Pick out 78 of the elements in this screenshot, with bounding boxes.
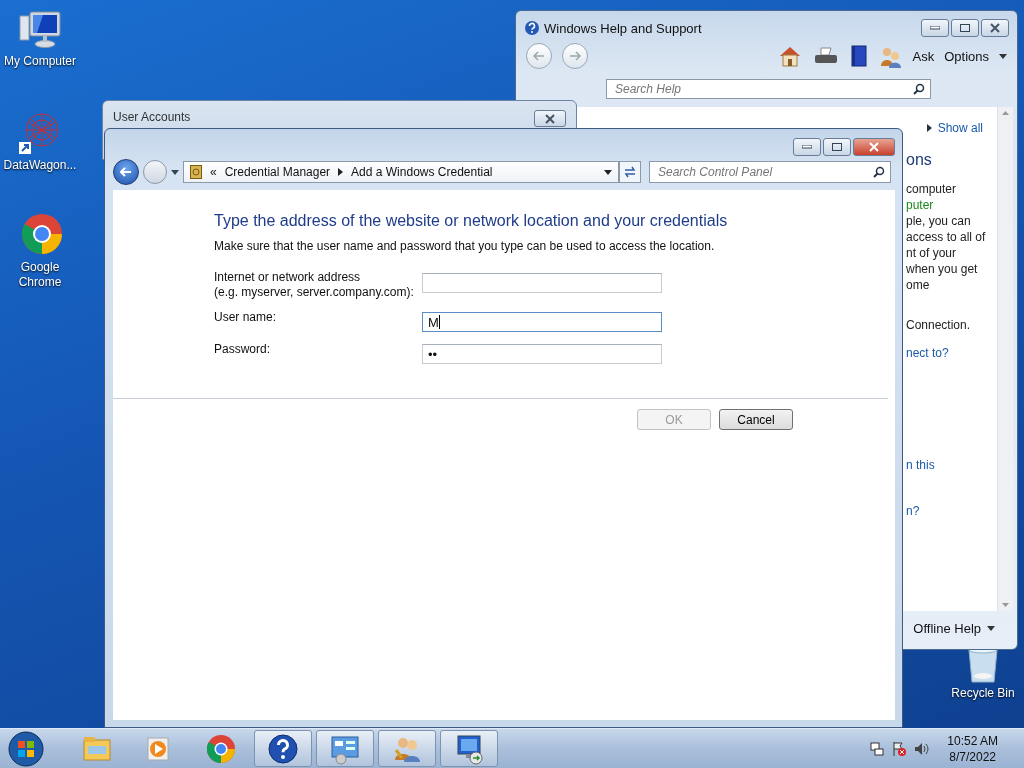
search-icon[interactable] [873,166,885,178]
help-link[interactable]: nect to? [906,345,997,361]
network-graph-icon [18,112,62,156]
close-icon [544,113,556,124]
help-text: ple, you can [906,213,972,229]
arrow-left-icon [533,51,545,61]
close-button[interactable] [853,138,895,156]
dropdown-arrow-icon[interactable] [999,53,1007,59]
search-field[interactable]: Search Control Panel [649,161,891,183]
help-text: Connection. [906,317,972,333]
dropdown-arrow-icon[interactable] [987,625,995,631]
minimize-icon [930,26,940,30]
minimize-button[interactable] [793,138,821,156]
book-icon[interactable] [848,44,869,68]
close-button[interactable] [534,110,566,127]
input-field[interactable]: •• [422,344,662,364]
help-icon [266,731,300,766]
breadcrumb-item[interactable]: Add a Windows Credential [351,165,493,179]
breadcrumb-item[interactable]: Credential Manager [224,165,331,179]
options-menu[interactable]: Options [944,48,989,64]
help-icon [524,20,540,36]
icon-label[interactable]: My Computer [4,54,76,69]
maximize-button[interactable] [951,19,979,37]
taskbar-button[interactable] [254,730,312,767]
help-text: puter [906,197,935,213]
field-label: Password: [214,342,272,357]
vault-icon [190,165,202,179]
maximize-icon [832,143,842,151]
dropdown-arrow-icon[interactable] [604,169,612,175]
dropdown-arrow-icon[interactable] [171,169,179,175]
help-heading: ons [906,151,933,169]
field-label: Internet or network address (e.g. myserver, server.company.com): [214,270,415,300]
address-bar[interactable]: « Credential Manager Add a Windows Credential [183,161,619,183]
description-text: Make sure that the user name and password that you type can be used to access the location. [214,239,716,253]
icon-label[interactable]: DataWagon... [3,158,77,173]
minimize-button[interactable] [921,19,949,37]
help-text: nt of your [906,245,958,261]
network-icon[interactable] [869,740,886,757]
window-title: Windows Help and Support [544,20,703,36]
close-button[interactable] [981,19,1009,37]
start-button[interactable] [6,728,46,768]
breadcrumb-arrow-icon[interactable] [338,168,344,176]
arrow-left-icon [120,167,132,177]
help-text: access to all of [906,229,987,245]
show-all-link[interactable]: Show all [937,121,983,135]
page-heading: Type the address of the website or network location and your credentials [214,212,729,230]
maximize-button[interactable] [823,138,851,156]
help-text: computer [906,181,958,197]
ask-button[interactable]: Ask [912,48,935,64]
cancel-button[interactable]: Cancel [719,409,793,430]
offline-help-button[interactable]: Offline Help [913,620,981,636]
taskbar-button[interactable] [440,730,498,767]
help-link[interactable]: n? [906,503,997,519]
arrow-right-icon [569,51,581,61]
back-button[interactable] [113,159,139,185]
windows-logo-icon [8,730,44,767]
input-field[interactable] [422,273,662,293]
icon-label[interactable]: Google Chrome [18,260,62,290]
close-icon [989,23,1001,33]
help-text: ome [906,277,931,293]
overflow-chevron[interactable]: « [210,165,217,179]
triangle-icon [926,124,932,132]
clock-date[interactable]: 8/7/2022 [949,748,996,765]
help-link[interactable]: n this [906,457,997,473]
clock-time[interactable]: 10:52 AM [947,732,998,749]
minimize-icon [802,145,812,149]
input-field[interactable]: M [422,312,662,332]
help-text: when you get [906,261,979,277]
close-icon [868,142,880,152]
flag-icon[interactable] [891,740,908,757]
maximize-icon [960,24,970,32]
field-label: User name: [214,310,278,325]
refresh-button[interactable] [619,161,641,183]
search-icon[interactable] [913,83,925,95]
refresh-icon [623,166,637,178]
icon-label[interactable]: Recycle Bin [951,686,1015,701]
window-title: User Accounts [113,110,191,124]
search-field[interactable]: Search Help [606,79,931,99]
